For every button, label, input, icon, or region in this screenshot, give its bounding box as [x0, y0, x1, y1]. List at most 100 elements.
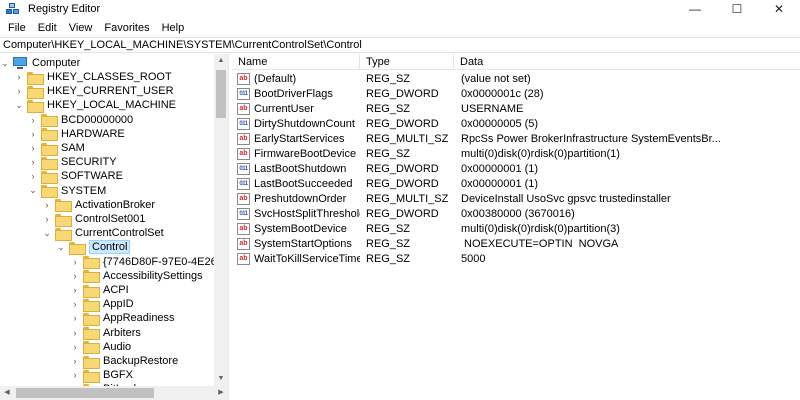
chevron-right-icon[interactable]: ›	[28, 157, 38, 167]
value-row[interactable]: 011 BootDriverFlags REG_DWORD 0x0000001c (2…	[232, 87, 800, 102]
chevron-down-icon[interactable]: ⌄	[42, 228, 52, 239]
tree-item[interactable]: › ACPI	[70, 283, 129, 298]
chevron-right-icon[interactable]: ›	[70, 342, 80, 352]
tree-item[interactable]: ⌄ HKEY_LOCAL_MACHINE	[14, 98, 176, 113]
chevron-right-icon[interactable]: ›	[70, 313, 80, 323]
value-data: 0x0000001c (28)	[461, 88, 544, 100]
column-header-type[interactable]: Type	[360, 54, 454, 70]
scroll-down-icon[interactable]: ▼	[214, 372, 228, 386]
value-row[interactable]: ab FirmwareBootDevice REG_SZ multi(0)disk(0…	[232, 147, 800, 162]
tree-item-computer[interactable]: ⌄ Computer	[0, 56, 80, 70]
scroll-up-icon[interactable]: ▲	[214, 54, 228, 68]
folder-icon	[41, 114, 58, 128]
scroll-thumb[interactable]	[16, 388, 154, 398]
tree-item[interactable]: › AppReadiness	[70, 311, 175, 326]
chevron-right-icon[interactable]: ›	[28, 129, 38, 139]
menu-help[interactable]: Help	[156, 22, 191, 34]
scroll-left-icon[interactable]: ◀	[0, 386, 14, 400]
tree-item[interactable]: ⌄ CurrentControlSet	[42, 226, 164, 241]
chevron-right-icon[interactable]: ›	[14, 86, 24, 96]
chevron-right-icon[interactable]: ›	[70, 356, 80, 366]
tree-item-label: SECURITY	[61, 156, 117, 169]
value-type: REG_DWORD	[366, 88, 439, 100]
value-data: DeviceInstall UsoSvc gpsvc trustedinstal…	[461, 193, 671, 205]
value-type: REG_SZ	[366, 148, 411, 160]
value-type: REG_DWORD	[366, 208, 439, 220]
value-type: REG_DWORD	[366, 178, 439, 190]
scroll-right-icon[interactable]: ▶	[214, 386, 228, 400]
chevron-down-icon[interactable]: ⌄	[0, 58, 10, 69]
tree-item[interactable]: › BGFX	[70, 368, 133, 383]
tree-item[interactable]: ⌄ Control	[56, 240, 131, 255]
tree-item-label: SYSTEM	[61, 184, 107, 197]
tree-horizontal-scrollbar[interactable]: ◀ ▶	[0, 386, 228, 400]
value-type: REG_SZ	[366, 238, 411, 250]
value-data: USERNAME	[461, 103, 524, 115]
chevron-down-icon[interactable]: ⌄	[14, 100, 24, 111]
tree-item[interactable]: › HKEY_CLASSES_ROOT	[14, 70, 172, 85]
tree-item[interactable]: › SECURITY	[28, 155, 117, 170]
folder-icon	[55, 213, 72, 227]
value-row[interactable]: ab PreshutdownOrder REG_MULTI_SZ DeviceInst…	[232, 192, 800, 207]
chevron-down-icon[interactable]: ⌄	[28, 185, 38, 196]
tree-item[interactable]: ⌄ SYSTEM	[28, 184, 107, 199]
address-bar[interactable]: Computer\HKEY_LOCAL_MACHINE\SYSTEM\Curre…	[0, 37, 800, 53]
value-name: (Default)	[254, 73, 297, 85]
tree-item-label: AppID	[103, 298, 134, 311]
menu-edit[interactable]: Edit	[32, 22, 63, 34]
tree-item[interactable]: › AccessibilitySettings	[70, 269, 203, 284]
value-row[interactable]: ab WaitToKillServiceTimeout REG_SZ 5000	[232, 252, 800, 267]
value-name: DirtyShutdownCount	[254, 118, 355, 130]
chevron-right-icon[interactable]: ›	[28, 143, 38, 153]
tree-item[interactable]: › {7746D80F-97E0-4E26-9543-2	[70, 255, 214, 270]
tree-vertical-scrollbar[interactable]: ▲ ▼	[214, 54, 228, 386]
tree-item[interactable]: › HKEY_CURRENT_USER	[14, 84, 174, 99]
folder-icon	[55, 227, 72, 241]
chevron-right-icon[interactable]: ›	[28, 115, 38, 125]
tree-item[interactable]: › SOFTWARE	[28, 169, 123, 184]
value-row[interactable]: ab SystemBootDevice REG_SZ multi(0)disk(0)r…	[232, 222, 800, 237]
chevron-down-icon[interactable]: ⌄	[56, 242, 66, 253]
chevron-right-icon[interactable]: ›	[70, 370, 80, 380]
tree-item[interactable]: › BackupRestore	[70, 354, 178, 369]
chevron-right-icon[interactable]: ›	[70, 285, 80, 295]
tree-item[interactable]: › Audio	[70, 340, 131, 355]
binary-value-icon: 011	[237, 208, 250, 220]
column-header-data[interactable]: Data	[454, 54, 704, 70]
tree-item[interactable]: › HARDWARE	[28, 127, 125, 142]
chevron-right-icon[interactable]: ›	[70, 271, 80, 281]
scroll-thumb[interactable]	[216, 70, 226, 118]
folder-icon	[83, 327, 100, 341]
value-row[interactable]: 011 LastBootSucceeded REG_DWORD 0x00000001 …	[232, 177, 800, 192]
menu-favorites[interactable]: Favorites	[98, 22, 155, 34]
column-header-name[interactable]: Name	[232, 54, 360, 70]
chevron-right-icon[interactable]: ›	[70, 299, 80, 309]
value-row[interactable]: ab EarlyStartServices REG_MULTI_SZ RpcSs Po…	[232, 132, 800, 147]
maximize-button[interactable]: ☐	[716, 0, 758, 18]
tree-item[interactable]: › ControlSet001	[42, 212, 145, 227]
menu-file[interactable]: File	[2, 22, 32, 34]
value-row[interactable]: 011 SvcHostSplitThresholdI... REG_DWORD 0x0…	[232, 207, 800, 222]
value-row[interactable]: ab SystemStartOptions REG_SZ NOEXECUTE=OPT…	[232, 237, 800, 252]
tree-item[interactable]: › AppID	[70, 297, 134, 312]
tree-item-label: SAM	[61, 142, 85, 154]
tree-item[interactable]: › Arbiters	[70, 326, 141, 341]
tree-item-label: ActivationBroker	[75, 198, 156, 211]
chevron-right-icon[interactable]: ›	[28, 171, 38, 181]
value-row[interactable]: ab CurrentUser REG_SZ USERNAME	[232, 102, 800, 117]
chevron-right-icon[interactable]: ›	[14, 72, 24, 82]
value-row[interactable]: 011 DirtyShutdownCount REG_DWORD 0x00000005…	[232, 117, 800, 132]
tree-item[interactable]: › BCD00000000	[28, 113, 133, 128]
chevron-right-icon[interactable]: ›	[70, 257, 80, 267]
tree-item[interactable]: › ActivationBroker	[42, 198, 156, 213]
value-row[interactable]: 011 LastBootShutdown REG_DWORD 0x00000001 (…	[232, 162, 800, 177]
value-type: REG_SZ	[366, 253, 411, 265]
close-button[interactable]: ✕	[758, 0, 800, 18]
value-row[interactable]: ab (Default) REG_SZ (value not set)	[232, 72, 800, 87]
menu-view[interactable]: View	[63, 22, 99, 34]
chevron-right-icon[interactable]: ›	[42, 200, 52, 210]
minimize-button[interactable]: —	[674, 0, 716, 18]
chevron-right-icon[interactable]: ›	[70, 328, 80, 338]
chevron-right-icon[interactable]: ›	[42, 214, 52, 224]
tree-item[interactable]: › SAM	[28, 141, 85, 156]
